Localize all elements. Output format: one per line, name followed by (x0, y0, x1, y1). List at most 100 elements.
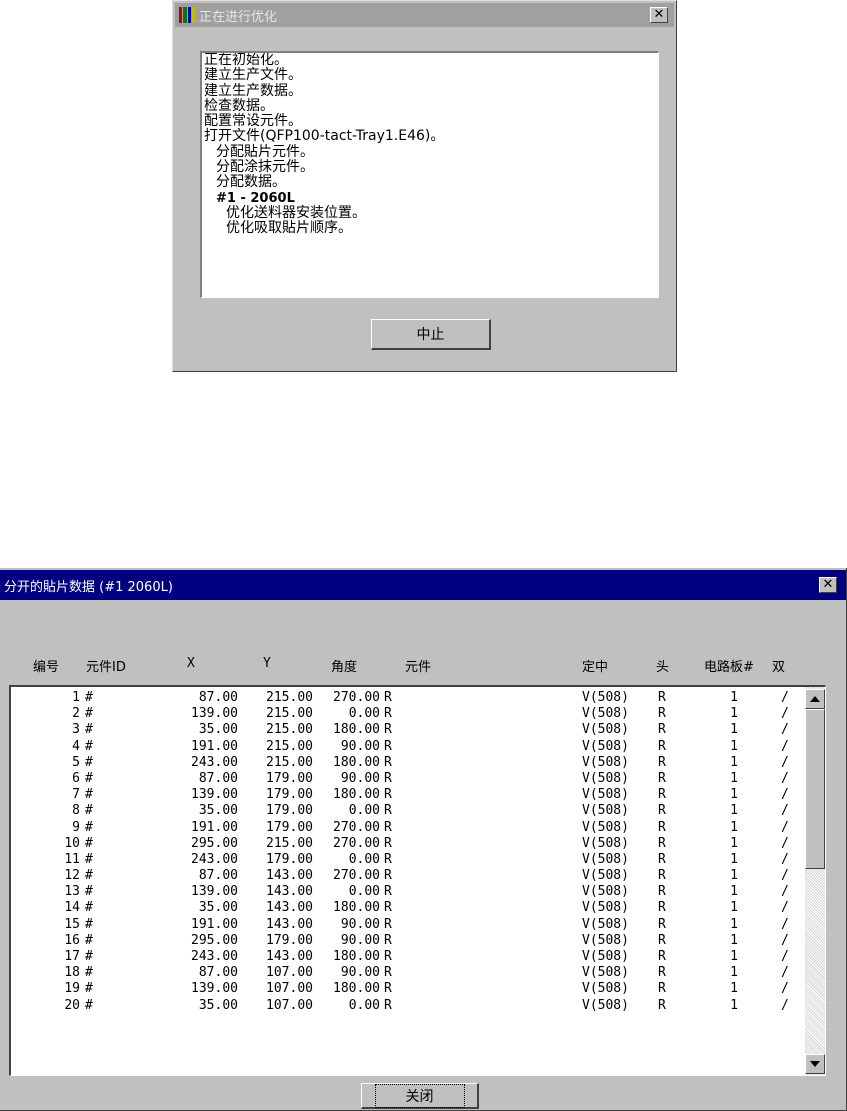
table-row[interactable]: 18 #87.00 107.00 90.00 R V(508) R 1/ (11, 965, 801, 981)
cell-x: 191.00 (191, 819, 238, 835)
table-row[interactable]: 20 #35.00 107.00 0.00 R V(508) R 1/ (11, 998, 801, 1014)
log-line: 打开文件(QFP100-tact-Tray1.E46)。 (204, 128, 445, 145)
cell-rotation: R (384, 949, 392, 964)
cell-part-id: # (85, 738, 93, 754)
table-row[interactable]: 8 #35.00 179.00 0.00 R V(508) R 1/ (11, 803, 801, 819)
vertical-scrollbar[interactable] (805, 687, 825, 1075)
cell-x: 139.00 (191, 884, 238, 900)
column-header-centering[interactable]: 定中 (582, 656, 608, 675)
cell-angle: 180.00 (333, 754, 380, 770)
cell-y: 179.00 (266, 803, 313, 819)
cell-board: 1 (730, 835, 738, 851)
cell-rotation: R (384, 770, 392, 786)
cell-no: 5 (72, 754, 80, 770)
cell-y: 143.00 (266, 884, 313, 900)
placement-data-close-x-button[interactable]: ✕ (819, 577, 837, 593)
cell-board: 1 (730, 754, 738, 770)
cell-x: 243.00 (191, 851, 238, 867)
table-row[interactable]: 12 #87.00 143.00 270.00 R V(508) R 1/ (11, 868, 801, 884)
cell-no: 10 (64, 835, 80, 851)
table-row[interactable]: 2 #139.00 215.00 0.00 R V(508) R 1/ (11, 706, 801, 722)
optimize-dialog-close-button[interactable]: ✕ (650, 7, 668, 23)
table-row[interactable]: 16 #295.00 179.00 90.00 R V(508) R 1/ (11, 933, 801, 949)
table-row[interactable]: 13 #139.00 143.00 0.00 R V(508) R 1/ (11, 884, 801, 900)
table-row[interactable]: 6 #87.00 179.00 90.00 R V(508) R 1/ (11, 771, 801, 787)
column-header-part-id[interactable]: 元件ID (86, 656, 126, 675)
cell-part-id: # (85, 754, 93, 770)
arrow-down-icon (810, 1061, 820, 1067)
cell-x: 191.00 (191, 738, 238, 754)
log-line: 分配貼片元件。 (216, 143, 314, 160)
cell-no: 3 (72, 722, 80, 738)
cell-centering: V(508) (582, 997, 629, 1013)
cell-board: 1 (730, 851, 738, 867)
scrollbar-thumb[interactable] (805, 709, 825, 869)
cell-x: 87.00 (198, 868, 238, 884)
table-row[interactable]: 17 #243.00 143.00 180.00 R V(508) R 1 / (11, 949, 801, 965)
cell-y: 215.00 (266, 754, 313, 770)
column-header-angle[interactable]: 角度 (331, 656, 357, 675)
cell-board: 1 (730, 884, 738, 900)
table-row[interactable]: 9 #191.00 179.00 270.00 R V(508) R 1/ (11, 820, 801, 836)
column-header-board[interactable]: 电路板# (704, 656, 754, 675)
table-row[interactable]: 3 #35.00 215.00 180.00 R V(508) R 1/ (11, 722, 801, 738)
cell-y: 143.00 (266, 916, 313, 932)
cell-double: / (781, 851, 789, 867)
progress-log[interactable]: 正在初始化。 建立生产文件。 建立生产数据。 检查数据。 配置常设元件。 打开文件(QFP… (200, 51, 659, 298)
cell-angle: 90.00 (340, 770, 380, 786)
cell-head: R (658, 932, 666, 948)
cell-no: 8 (72, 803, 80, 819)
cell-double: / (781, 738, 789, 754)
cell-angle: 90.00 (340, 916, 380, 932)
cell-centering: V(508) (582, 803, 629, 819)
cell-double: / (781, 932, 789, 948)
column-header-y[interactable]: Y (263, 656, 271, 671)
log-line: #1 - 2060L (216, 190, 295, 206)
scroll-up-button[interactable] (805, 689, 825, 709)
cell-board: 1 (730, 965, 738, 981)
table-row[interactable]: 19 #139.00 107.00 180.00 R V(508) R 1/ (11, 981, 801, 997)
table-row[interactable]: 1 #87.00 215.00 270.00 R V(508) R 1 / (11, 690, 801, 706)
cell-y: 215.00 (266, 835, 313, 851)
column-header-x[interactable]: X (187, 656, 195, 671)
cell-centering: V(508) (582, 868, 629, 884)
column-header-head[interactable]: 头 (656, 656, 669, 675)
optimize-dialog-titlebar[interactable]: 正在进行优化 ✕ (175, 3, 674, 27)
cell-head: R (658, 770, 666, 786)
table-row[interactable]: 4 #191.00 215.00 90.00 R V(508) R 1/ (11, 739, 801, 755)
cell-centering: V(508) (582, 916, 629, 932)
column-header-double[interactable]: 双 (772, 656, 785, 675)
close-button[interactable]: 关闭 (361, 1083, 479, 1109)
table-row[interactable]: 5 #243.00 215.00 180.00 R V(508) R 1/ (11, 755, 801, 771)
table-row[interactable]: 14 #35.00 143.00 180.00 R V(508) R 1/ (11, 900, 801, 916)
placement-data-titlebar[interactable]: 分开的貼片数据 (#1 2060L) ✕ (0, 570, 846, 600)
cell-double: / (781, 868, 789, 884)
table-row[interactable]: 10 #295.00 215.00 270.00 R V(508) R 1/ (11, 836, 801, 852)
cell-board: 1 (730, 868, 738, 884)
cell-angle: 270.00 (333, 868, 380, 884)
cell-no: 4 (72, 738, 80, 754)
cell-board: 1 (730, 932, 738, 948)
cell-rotation: R (384, 916, 392, 932)
cell-angle: 90.00 (340, 965, 380, 981)
column-header-part[interactable]: 元件 (405, 656, 431, 675)
cell-board: 1 (730, 949, 738, 964)
abort-button[interactable]: 中止 (371, 319, 491, 350)
table-row[interactable]: 15 #191.00 143.00 90.00 R V(508) R 1/ (11, 917, 801, 933)
cell-part-id: # (85, 900, 93, 916)
table-row[interactable]: 7 #139.00 179.00 180.00 R V(508) R 1/ (11, 787, 801, 803)
cell-angle: 180.00 (333, 900, 380, 916)
cell-rotation: R (384, 868, 392, 884)
column-header-no[interactable]: 编号 (33, 656, 59, 675)
cell-head: R (658, 754, 666, 770)
scroll-down-button[interactable] (805, 1054, 825, 1074)
cell-no: 2 (72, 706, 80, 722)
cell-double: / (781, 916, 789, 932)
cell-double: / (781, 949, 789, 964)
cell-centering: V(508) (582, 690, 629, 705)
placement-data-list[interactable]: 1 #87.00 215.00 270.00 R V(508) R 1/2 #139.00 215… (9, 685, 826, 1076)
cell-no: 17 (64, 949, 80, 964)
cell-rotation: R (384, 932, 392, 948)
table-row[interactable]: 11 #243.00 179.00 0.00 R V(508) R 1/ (11, 852, 801, 868)
cell-angle: 0.00 (348, 803, 380, 819)
